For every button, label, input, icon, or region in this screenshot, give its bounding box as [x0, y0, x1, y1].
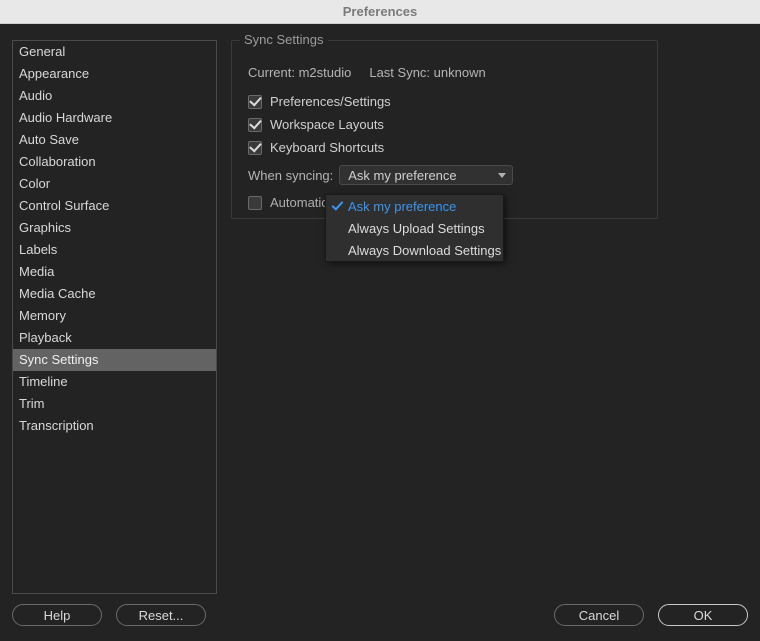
checkbox-keyboard[interactable]	[248, 141, 262, 155]
ok-button[interactable]: OK	[658, 604, 748, 626]
sidebar-item-graphics[interactable]: Graphics	[13, 217, 216, 239]
window-titlebar: Preferences	[0, 0, 760, 24]
footer-left: Help Reset...	[12, 604, 206, 626]
sidebar-item-collaboration[interactable]: Collaboration	[13, 151, 216, 173]
sidebar-item-audio[interactable]: Audio	[13, 85, 216, 107]
checkbox-workspace-label: Workspace Layouts	[270, 117, 384, 132]
sync-settings-fieldset: Sync Settings Current: m2studio Last Syn…	[231, 40, 658, 219]
dropdown-item-ask[interactable]: Ask my preference	[326, 195, 503, 217]
footer-bar: Help Reset... Cancel OK	[0, 601, 760, 641]
last-sync-label-group: Last Sync: unknown	[369, 65, 485, 80]
category-sidebar: General Appearance Audio Audio Hardware …	[12, 40, 217, 594]
fieldset-legend: Sync Settings	[240, 32, 328, 47]
sync-info-row: Current: m2studio Last Sync: unknown	[246, 65, 643, 80]
chevron-down-icon	[498, 173, 506, 178]
sidebar-item-sync-settings[interactable]: Sync Settings	[13, 349, 216, 371]
current-label: Current:	[248, 65, 295, 80]
sidebar-item-media-cache[interactable]: Media Cache	[13, 283, 216, 305]
when-syncing-select[interactable]: Ask my preference	[339, 165, 513, 185]
footer-right: Cancel OK	[554, 604, 748, 626]
when-syncing-row: When syncing: Ask my preference	[246, 165, 643, 185]
sidebar-item-trim[interactable]: Trim	[13, 393, 216, 415]
checkbox-preferences-row[interactable]: Preferences/Settings	[246, 94, 643, 109]
reset-button[interactable]: Reset...	[116, 604, 206, 626]
checkbox-preferences[interactable]	[248, 95, 262, 109]
checkbox-keyboard-label: Keyboard Shortcuts	[270, 140, 384, 155]
main-panel: Sync Settings Current: m2studio Last Syn…	[231, 40, 748, 594]
current-value: m2studio	[299, 65, 352, 80]
sidebar-item-media[interactable]: Media	[13, 261, 216, 283]
sidebar-item-color[interactable]: Color	[13, 173, 216, 195]
sidebar-item-auto-save[interactable]: Auto Save	[13, 129, 216, 151]
sidebar-item-general[interactable]: General	[13, 41, 216, 63]
current-label-group: Current: m2studio	[248, 65, 351, 80]
sidebar-item-labels[interactable]: Labels	[13, 239, 216, 261]
sidebar-item-transcription[interactable]: Transcription	[13, 415, 216, 437]
dropdown-item-download[interactable]: Always Download Settings	[326, 239, 503, 261]
last-sync-label: Last Sync:	[369, 65, 430, 80]
checkbox-auto-clear[interactable]	[248, 196, 262, 210]
sidebar-item-audio-hardware[interactable]: Audio Hardware	[13, 107, 216, 129]
sidebar-item-playback[interactable]: Playback	[13, 327, 216, 349]
checkbox-keyboard-row[interactable]: Keyboard Shortcuts	[246, 140, 643, 155]
window-title: Preferences	[343, 4, 417, 19]
cancel-button[interactable]: Cancel	[554, 604, 644, 626]
checkbox-workspace-row[interactable]: Workspace Layouts	[246, 117, 643, 132]
checkbox-preferences-label: Preferences/Settings	[270, 94, 391, 109]
help-button[interactable]: Help	[12, 604, 102, 626]
last-sync-value: unknown	[434, 65, 486, 80]
when-syncing-selected: Ask my preference	[348, 168, 456, 183]
sidebar-item-control-surface[interactable]: Control Surface	[13, 195, 216, 217]
dropdown-item-upload[interactable]: Always Upload Settings	[326, 217, 503, 239]
content-area: General Appearance Audio Audio Hardware …	[0, 24, 760, 600]
checkbox-workspace[interactable]	[248, 118, 262, 132]
sidebar-item-memory[interactable]: Memory	[13, 305, 216, 327]
when-syncing-dropdown[interactable]: Ask my preference Always Upload Settings…	[325, 194, 504, 262]
sidebar-item-timeline[interactable]: Timeline	[13, 371, 216, 393]
when-syncing-label: When syncing:	[248, 168, 333, 183]
sidebar-item-appearance[interactable]: Appearance	[13, 63, 216, 85]
